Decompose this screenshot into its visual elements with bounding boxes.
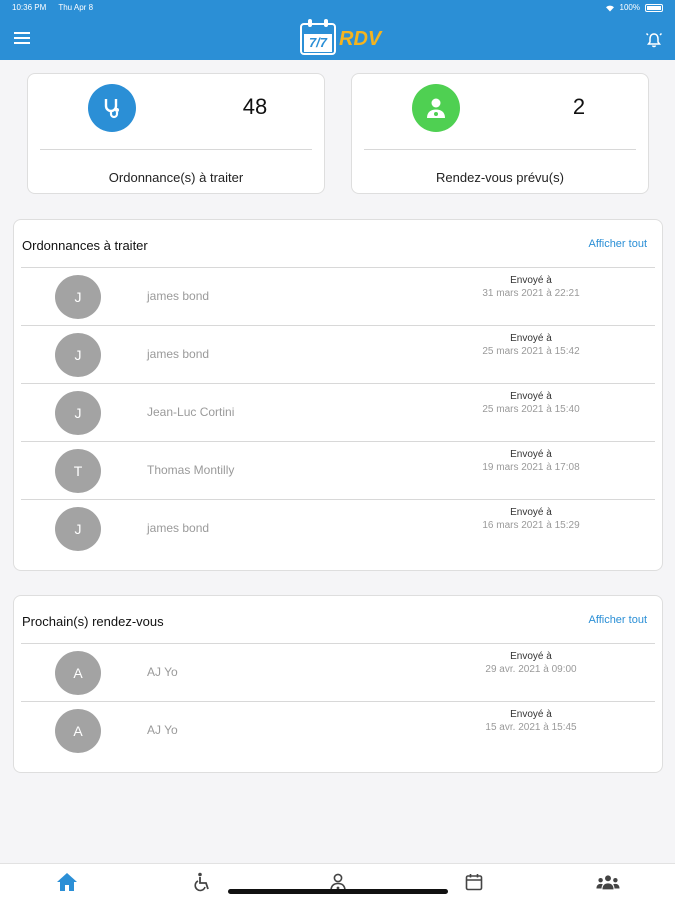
patient-name: AJ Yo (147, 723, 178, 737)
prescriptions-section: Ordonnances à traiter Afficher tout J ja… (13, 219, 663, 571)
avatar: J (55, 507, 101, 551)
avatar: J (55, 391, 101, 435)
doctor-icon (412, 84, 460, 132)
appointments-list: A AJ Yo Envoyé à 29 avr. 2021 à 09:00 A … (14, 644, 662, 760)
prescriptions-list: J james bond Envoyé à 31 mars 2021 à 22:… (14, 268, 662, 558)
logo-text: RDV (339, 27, 382, 50)
avatar: T (55, 449, 101, 493)
list-item[interactable]: J james bond Envoyé à 16 mars 2021 à 15:… (21, 500, 655, 558)
appointments-section: Prochain(s) rendez-vous Afficher tout A … (13, 595, 663, 773)
divider (40, 149, 312, 150)
logo-number: 7/7 (304, 34, 332, 52)
status-time: 10:36 PM (12, 3, 47, 12)
patient-name: AJ Yo (147, 665, 178, 679)
patient-name: Jean-Luc Cortini (147, 405, 235, 419)
bottom-tab-bar (0, 863, 675, 900)
avatar: A (55, 709, 101, 753)
section-title: Prochain(s) rendez-vous (22, 614, 164, 629)
patient-name: james bond (147, 347, 210, 361)
sent-date: 31 mars 2021 à 22:21 (482, 288, 580, 299)
list-item[interactable]: A AJ Yo Envoyé à 15 avr. 2021 à 15:45 (21, 702, 655, 760)
divider (364, 149, 636, 150)
sent-date: 29 avr. 2021 à 09:00 (485, 664, 577, 675)
calendar-icon[interactable] (462, 870, 486, 894)
sent-date: 16 mars 2021 à 15:29 (482, 520, 580, 531)
sent-label: Envoyé à (510, 391, 552, 402)
wifi-icon (605, 5, 614, 11)
wheelchair-icon[interactable] (191, 870, 215, 894)
users-icon[interactable] (596, 870, 620, 894)
alarm-bell-icon[interactable] (645, 31, 663, 54)
list-item[interactable]: J james bond Envoyé à 31 mars 2021 à 22:… (21, 268, 655, 326)
patient-name: Thomas Montilly (147, 463, 235, 477)
app-logo: 7/7 RDV (300, 19, 382, 55)
list-item[interactable]: J Jean-Luc Cortini Envoyé à 25 mars 2021… (21, 384, 655, 442)
sent-info: Envoyé à 25 mars 2021 à 15:42 (461, 333, 601, 357)
appointments-stat-card[interactable]: 2 Rendez-vous prévu(s) (351, 73, 649, 194)
sent-date: 15 avr. 2021 à 15:45 (485, 722, 577, 733)
battery-percent: 100% (619, 3, 640, 12)
appointments-stat-label: Rendez-vous prévu(s) (436, 170, 564, 185)
show-all-appointments-link[interactable]: Afficher tout (589, 614, 648, 626)
sent-date: 25 mars 2021 à 15:40 (482, 404, 580, 415)
avatar: J (55, 333, 101, 377)
patient-name: james bond (147, 521, 210, 535)
section-header: Prochain(s) rendez-vous Afficher tout (21, 596, 655, 644)
status-date: Thu Apr 8 (58, 3, 94, 12)
stethoscope-icon (88, 84, 136, 132)
status-bar: 10:36 PM Thu Apr 8 100% (12, 3, 663, 15)
section-title: Ordonnances à traiter (22, 238, 148, 253)
sent-label: Envoyé à (510, 333, 552, 344)
sent-date: 19 mars 2021 à 17:08 (482, 462, 580, 473)
battery-icon (645, 3, 663, 12)
sent-label: Envoyé à (510, 507, 552, 518)
sent-date: 25 mars 2021 à 15:42 (482, 346, 580, 357)
sent-info: Envoyé à 19 mars 2021 à 17:08 (461, 449, 601, 473)
patient-name: james bond (147, 289, 210, 303)
prescriptions-stat-card[interactable]: 48 Ordonnance(s) à traiter (27, 73, 325, 194)
sent-info: Envoyé à 25 mars 2021 à 15:40 (461, 391, 601, 415)
list-item[interactable]: A AJ Yo Envoyé à 29 avr. 2021 à 09:00 (21, 644, 655, 702)
avatar: A (55, 651, 101, 695)
sent-label: Envoyé à (510, 709, 552, 720)
home-icon[interactable] (55, 870, 79, 894)
home-indicator[interactable] (228, 889, 448, 894)
sent-label: Envoyé à (510, 449, 552, 460)
appointments-count: 2 (572, 94, 586, 119)
list-item[interactable]: J james bond Envoyé à 25 mars 2021 à 15:… (21, 326, 655, 384)
sent-info: Envoyé à 15 avr. 2021 à 15:45 (461, 709, 601, 733)
calendar-logo-icon: 7/7 (300, 19, 336, 55)
list-item[interactable]: T Thomas Montilly Envoyé à 19 mars 2021 … (21, 442, 655, 500)
section-header: Ordonnances à traiter Afficher tout (21, 220, 655, 268)
sent-label: Envoyé à (510, 651, 552, 662)
avatar: J (55, 275, 101, 319)
sent-info: Envoyé à 31 mars 2021 à 22:21 (461, 275, 601, 299)
show-all-prescriptions-link[interactable]: Afficher tout (589, 238, 648, 250)
prescriptions-count: 48 (242, 94, 268, 119)
sent-label: Envoyé à (510, 275, 552, 286)
hamburger-icon[interactable] (14, 32, 30, 44)
top-bar: 10:36 PM Thu Apr 8 100% 7/7 RDV (0, 0, 675, 60)
sent-info: Envoyé à 29 avr. 2021 à 09:00 (461, 651, 601, 675)
sent-info: Envoyé à 16 mars 2021 à 15:29 (461, 507, 601, 531)
prescriptions-stat-label: Ordonnance(s) à traiter (108, 170, 244, 185)
